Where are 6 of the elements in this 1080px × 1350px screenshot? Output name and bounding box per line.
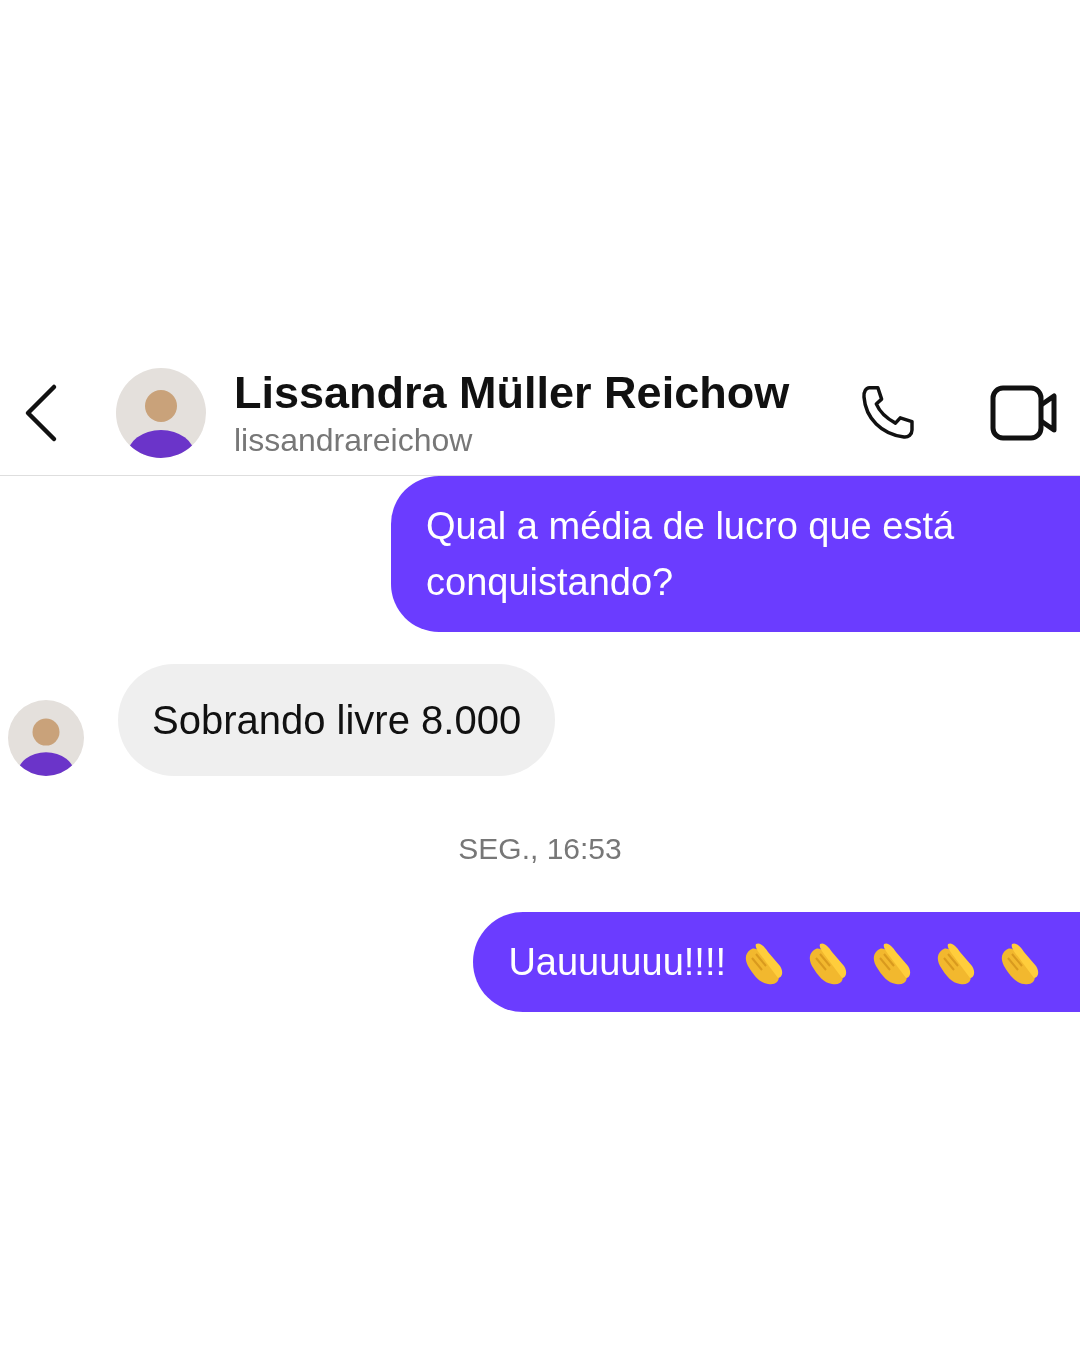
message-text: Qual a média de lucro que está conquistando? (426, 505, 955, 603)
timestamp: SEG., 16:53 (457, 832, 623, 866)
message-text: Uauuuuuu!!!! (508, 940, 726, 985)
received-message: Sobrando livre 8.000 (118, 664, 556, 776)
contact-name: Lissandra Müller Reichow (234, 365, 791, 420)
contact-username: lissandrareichow (234, 420, 474, 460)
